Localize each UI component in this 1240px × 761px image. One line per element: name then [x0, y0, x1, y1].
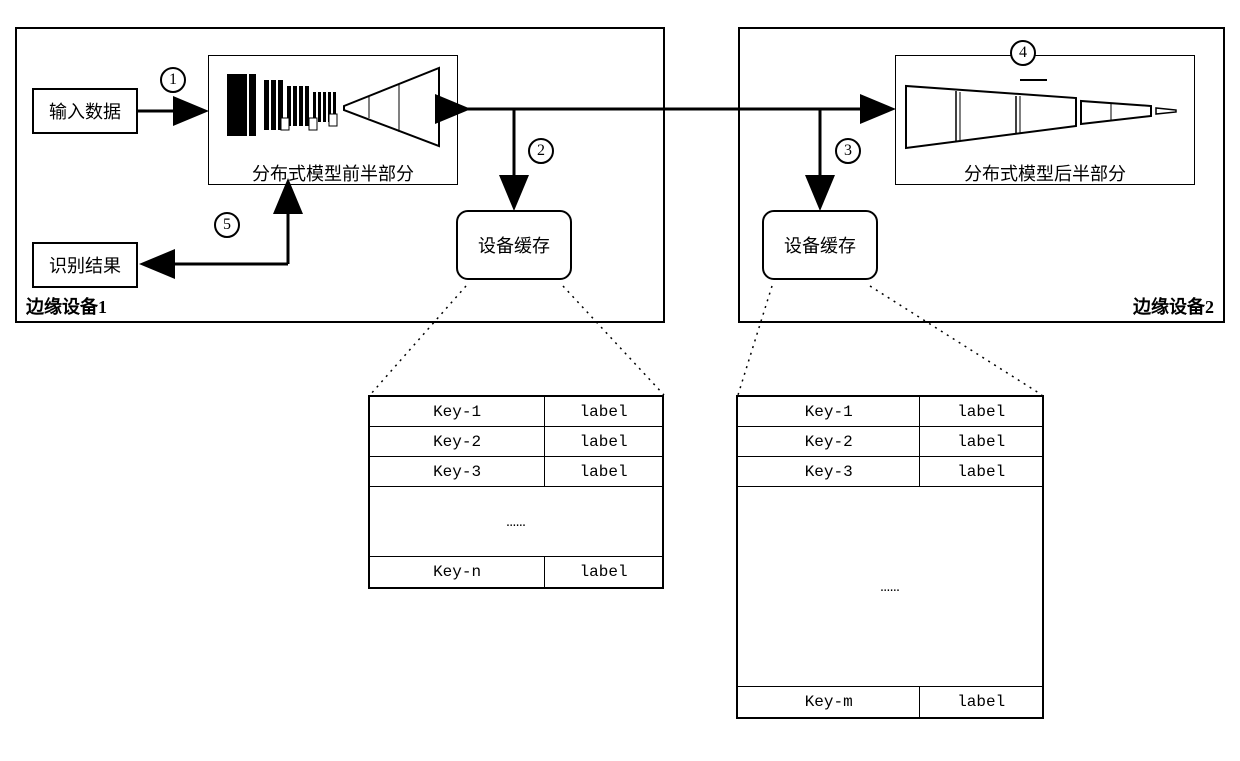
table-row: Key-n label: [370, 557, 662, 587]
table-cell-key: Key-m: [738, 687, 920, 717]
table-cell-val: label: [920, 427, 1042, 456]
table-cell-val: label: [545, 427, 662, 456]
table-cell-val: label: [545, 557, 662, 587]
table-cell-key: Key-1: [370, 397, 545, 426]
table-row: Key-2 label: [370, 427, 662, 457]
table-cell-val: label: [545, 397, 662, 426]
step-4: 4: [1010, 40, 1036, 66]
result-label: 识别结果: [49, 252, 121, 278]
table-row: Key-1 label: [370, 397, 662, 427]
model-back-icon: [896, 56, 1196, 166]
cache1-label: 设备缓存: [478, 232, 550, 258]
table-cell-key: Key-3: [370, 457, 545, 486]
input-data-box: 输入数据: [32, 88, 138, 134]
table-row: Key-3 label: [370, 457, 662, 487]
table-cell-key: Key-2: [370, 427, 545, 456]
table-row: Key-2 label: [738, 427, 1042, 457]
step-3: 3: [835, 138, 861, 164]
table-row: Key-1 label: [738, 397, 1042, 427]
table-filler-row: ……: [738, 487, 1042, 687]
table-cell-key: Key-3: [738, 457, 920, 486]
device1-label: 边缘设备1: [26, 293, 107, 319]
table-cell-key: Key-n: [370, 557, 545, 587]
model-back-caption: 分布式模型后半部分: [920, 160, 1170, 186]
cache2-table: Key-1 label Key-2 label Key-3 label …… K…: [736, 395, 1044, 719]
input-data-label: 输入数据: [49, 98, 121, 124]
table-cell-val: label: [920, 687, 1042, 717]
table-row: Key-3 label: [738, 457, 1042, 487]
device2-label: 边缘设备2: [1133, 293, 1214, 319]
model-front-caption: 分布式模型前半部分: [228, 160, 438, 186]
table-cell-val: label: [920, 397, 1042, 426]
table-cell-key: Key-2: [738, 427, 920, 456]
table-row: Key-m label: [738, 687, 1042, 717]
result-box: 识别结果: [32, 242, 138, 288]
cache2-box: 设备缓存: [762, 210, 878, 280]
table-cell-val: label: [920, 457, 1042, 486]
table-filler-row: ……: [370, 487, 662, 557]
cache2-label: 设备缓存: [784, 232, 856, 258]
cache1-box: 设备缓存: [456, 210, 572, 280]
cache1-table: Key-1 label Key-2 label Key-3 label …… K…: [368, 395, 664, 589]
step-1: 1: [160, 67, 186, 93]
step-2: 2: [528, 138, 554, 164]
model-front-icon: [209, 56, 459, 166]
table-cell-val: label: [545, 457, 662, 486]
step-5: 5: [214, 212, 240, 238]
table-cell-key: Key-1: [738, 397, 920, 426]
